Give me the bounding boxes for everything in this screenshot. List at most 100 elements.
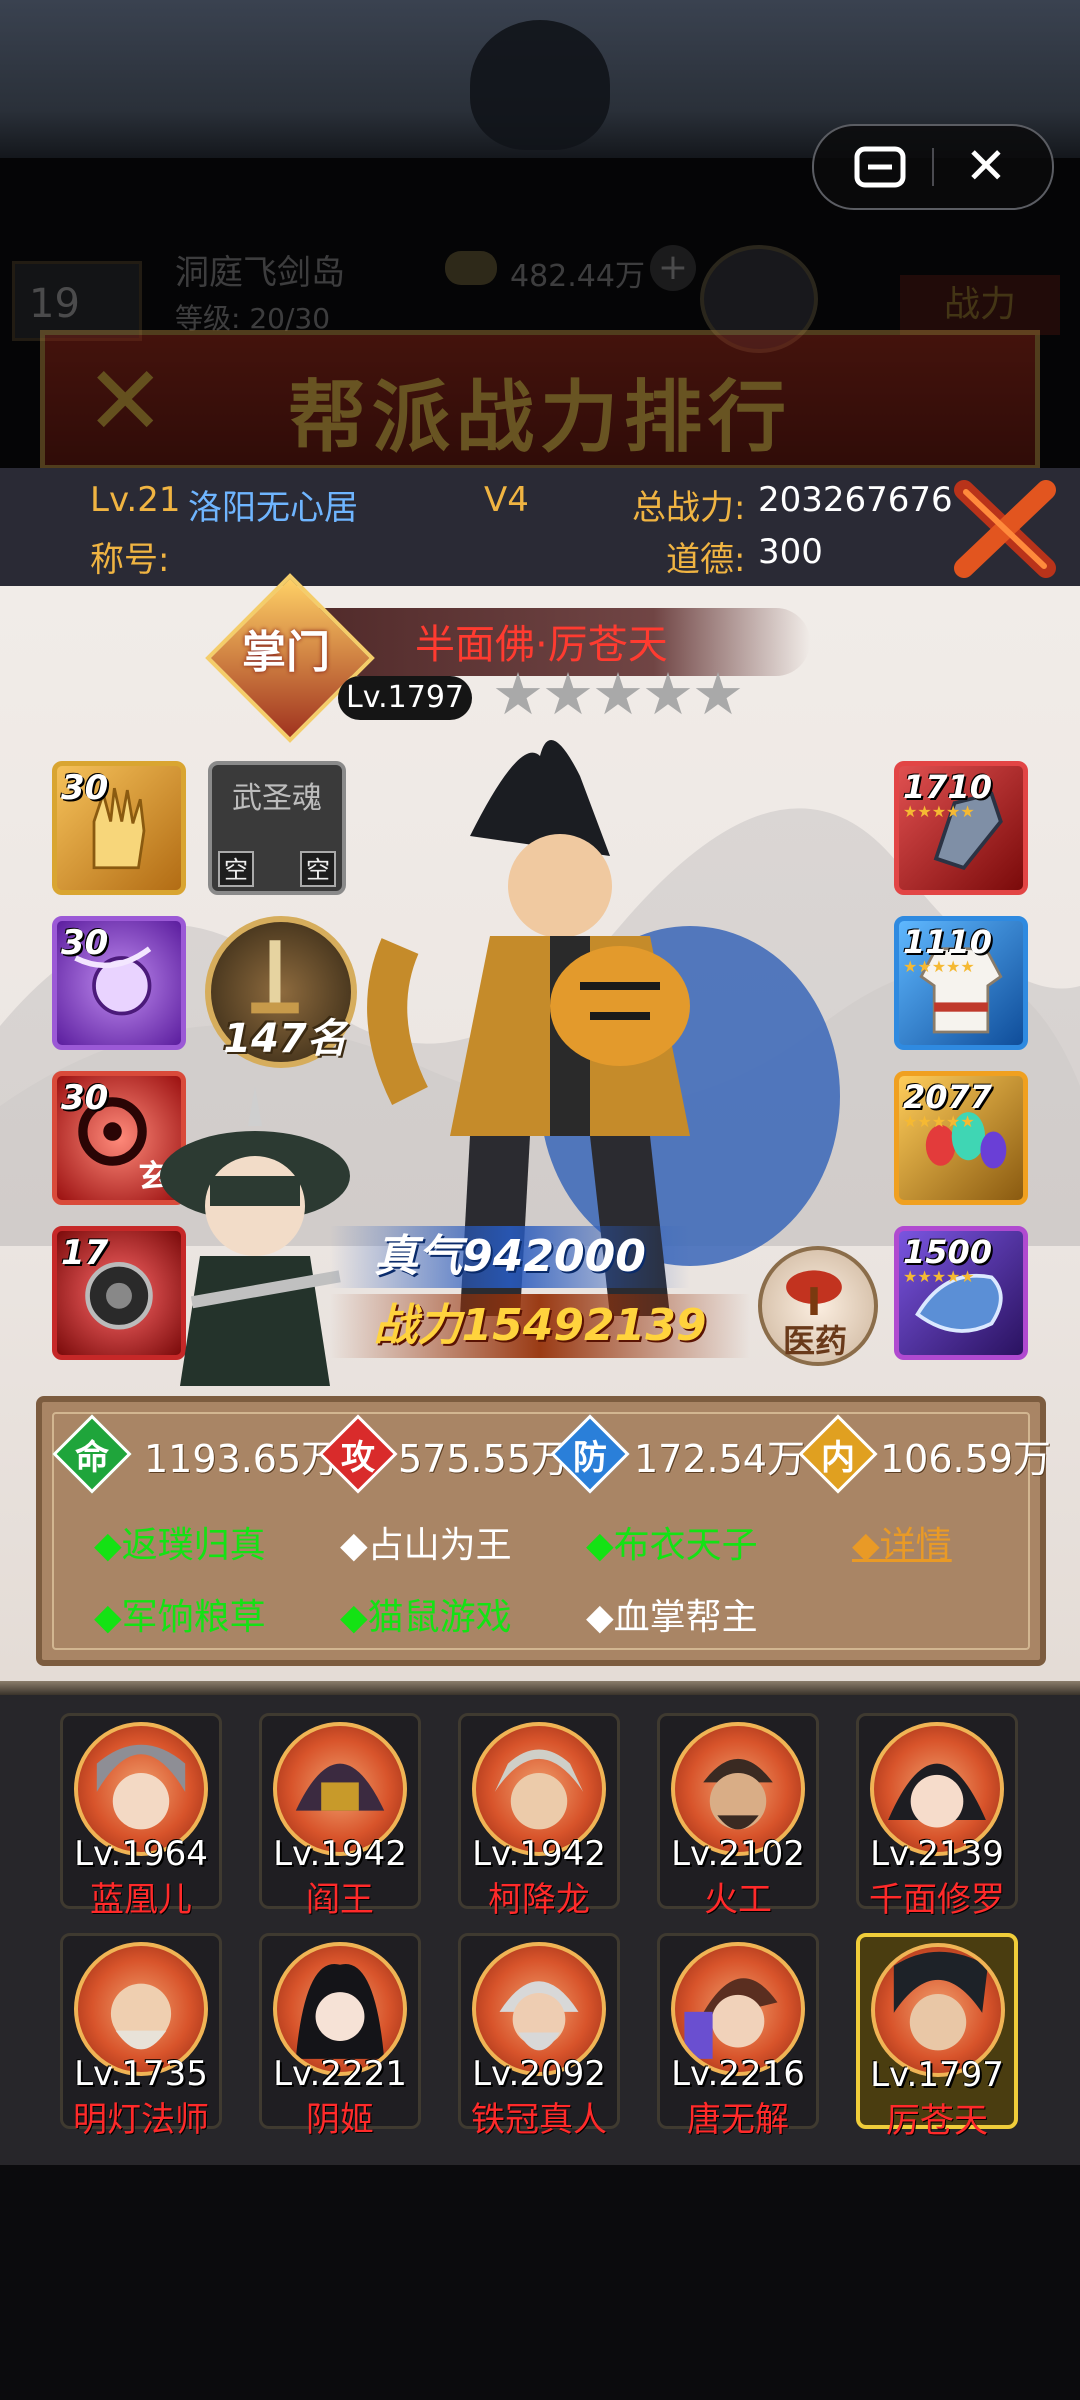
equip-stars: ★★★★★ (903, 802, 975, 821)
team-member-7[interactable]: Lv.2221 阴姬 (259, 1933, 421, 2140)
member-name: 柯降龙 (488, 1880, 590, 1920)
roof-ornament-icon (470, 20, 610, 150)
battle-label: 战力 (900, 275, 1060, 335)
hero-level: Lv.1797 (338, 676, 472, 720)
player-level: Lv.21 (90, 480, 181, 520)
total-power-label: 总战力: (632, 488, 746, 528)
player-info-bar: Lv.21 洛阳无心居 V4 总战力: 203267676 称号: 道德: 30… (0, 468, 1080, 590)
close-icon[interactable]: ✕ (960, 140, 1012, 192)
member-name: 铁冠真人 (471, 2100, 607, 2140)
close-panel-icon[interactable] (950, 474, 1060, 584)
member-level: Lv.1735 (74, 2054, 208, 2094)
inner-power-value: 106.59万 (880, 1437, 1051, 1481)
member-name: 千面修罗 (869, 1880, 1005, 1920)
member-level: Lv.1942 (472, 1834, 606, 1874)
player-name: 洛阳无心居 (188, 488, 358, 528)
skill-level: 30 (61, 768, 109, 808)
member-level: Lv.2216 (671, 2054, 805, 2094)
ranking-banner: ✕ 帮派战力排行 (40, 330, 1040, 470)
medicine-label: 医药 (782, 1322, 847, 1360)
chibi-companion (160, 1086, 350, 1386)
star-icon: ★ (592, 660, 644, 728)
team-roster: Lv.1964 蓝凰儿 Lv.1942 阎王 Lv.1942 柯降龙 Lv.21… (0, 1695, 1080, 2165)
trait-6: ◆血掌帮主 (586, 1597, 758, 1638)
equip-stars: ★★★★★ (903, 959, 975, 975)
hp-char: 命 (75, 1438, 109, 1478)
member-level: Lv.1964 (74, 1834, 208, 1874)
team-member-8[interactable]: Lv.2092 铁冠真人 (458, 1933, 620, 2140)
team-member-5[interactable]: Lv.2139 千面修罗 (856, 1713, 1018, 1920)
skill-level: 30 (61, 923, 109, 963)
member-level: Lv.1797 (870, 2055, 1004, 2095)
title-label: 称号: (90, 540, 170, 580)
equip-level: 1500 (903, 1233, 993, 1271)
total-power-value: 203267676 (758, 480, 953, 520)
member-name: 阎王 (306, 1880, 374, 1920)
member-name: 阴姬 (306, 2100, 374, 2140)
skill-level: 30 (61, 1078, 109, 1118)
member-name: 蓝凰儿 (90, 1880, 192, 1920)
equip-slot-2[interactable]: 1110 ★★★★★ (894, 916, 1028, 1050)
equip-level: 1110 (903, 923, 993, 961)
inner-power-char: 内 (821, 1438, 855, 1478)
member-level: Lv.2221 (273, 2054, 407, 2094)
plus-icon: + (650, 245, 696, 291)
guild-gold: 482.44万 (510, 259, 645, 294)
team-member-3[interactable]: Lv.1942 柯降龙 (458, 1713, 620, 1920)
gold-ingot-icon (445, 251, 497, 285)
attack-char: 攻 (341, 1438, 375, 1478)
equip-slot-4[interactable]: 1500 ★★★★★ (894, 1226, 1028, 1360)
member-level: Lv.2092 (472, 2054, 606, 2094)
star-icon: ★ (692, 660, 744, 728)
skill-level: 17 (61, 1233, 109, 1273)
member-level: Lv.2102 (671, 1834, 805, 1874)
hero-qi: 真气942000 (330, 1226, 690, 1288)
team-member-6[interactable]: Lv.1735 明灯法师 (60, 1933, 222, 2140)
star-icon: ★ (542, 660, 594, 728)
member-name: 明灯法师 (73, 2100, 209, 2140)
banner-title: 帮派战力排行 (287, 373, 792, 463)
team-member-1[interactable]: Lv.1964 蓝凰儿 (60, 1713, 222, 1920)
menu-icon[interactable] (854, 146, 906, 188)
star-icon: ★ (642, 660, 694, 728)
background-guild-row: 19 洞庭飞剑岛 等级: 20/30 482.44万 + 战力 (0, 235, 1080, 353)
soul-empty-left: 空 (218, 851, 254, 887)
skill-slot-1[interactable]: 30 (52, 761, 186, 895)
trait-1: ◆返璞归真 (94, 1525, 266, 1566)
member-level: Lv.2139 (870, 1834, 1004, 1874)
equip-level: 1710 (903, 768, 993, 806)
trait-2: ◆占山为王 (340, 1525, 512, 1566)
team-member-2[interactable]: Lv.1942 阎王 (259, 1713, 421, 1920)
equip-level: 2077 (903, 1078, 993, 1116)
hero-stars: ★★★★★ (492, 660, 744, 728)
team-member-10-selected[interactable]: Lv.1797 厉苍天 (856, 1933, 1018, 2141)
skill-slot-2[interactable]: 30 (52, 916, 186, 1050)
equip-stars: ★★★★★ (903, 1267, 975, 1286)
morality-label: 道德: (666, 540, 746, 580)
team-member-4[interactable]: Lv.2102 火工 (657, 1713, 819, 1920)
morality-value: 300 (758, 532, 823, 572)
defense-value: 172.54万 (634, 1437, 805, 1481)
guild-name: 洞庭飞剑岛 (175, 253, 345, 293)
panel-divider (0, 1681, 1080, 1695)
leader-emblem-label: 掌门 (242, 627, 330, 678)
capsule-separator (932, 148, 934, 186)
trait-4: ◆军饷粮草 (94, 1597, 266, 1638)
member-name: 火工 (704, 1880, 772, 1920)
member-name: 唐无解 (687, 2100, 789, 2140)
trait-5: ◆猫鼠游戏 (340, 1597, 512, 1638)
stats-panel: 命 1193.65万 攻 575.55万 防 172.54万 内 106.59万… (36, 1396, 1051, 1666)
hero-power: 战力15492139 (330, 1294, 750, 1358)
guild-rank: 19 (12, 261, 142, 341)
member-name: 厉苍天 (886, 2101, 988, 2141)
player-vip: V4 (484, 480, 529, 520)
attack-value: 575.55万 (398, 1437, 569, 1481)
team-member-9[interactable]: Lv.2216 唐无解 (657, 1933, 819, 2140)
hero-detail-panel: 掌门 半面佛·厉苍天 Lv.1797 ★★★★★ 30 30 玄 30 17 武… (0, 573, 1080, 1681)
equip-stars: ★★★★★ (903, 1112, 975, 1131)
equip-slot-3[interactable]: 2077 ★★★★★ (894, 1071, 1028, 1205)
equip-slot-1[interactable]: 1710 ★★★★★ (894, 761, 1028, 895)
details-link[interactable]: ◆详情 (852, 1516, 952, 1568)
star-icon: ★ (492, 660, 544, 728)
defense-char: 防 (573, 1438, 607, 1478)
